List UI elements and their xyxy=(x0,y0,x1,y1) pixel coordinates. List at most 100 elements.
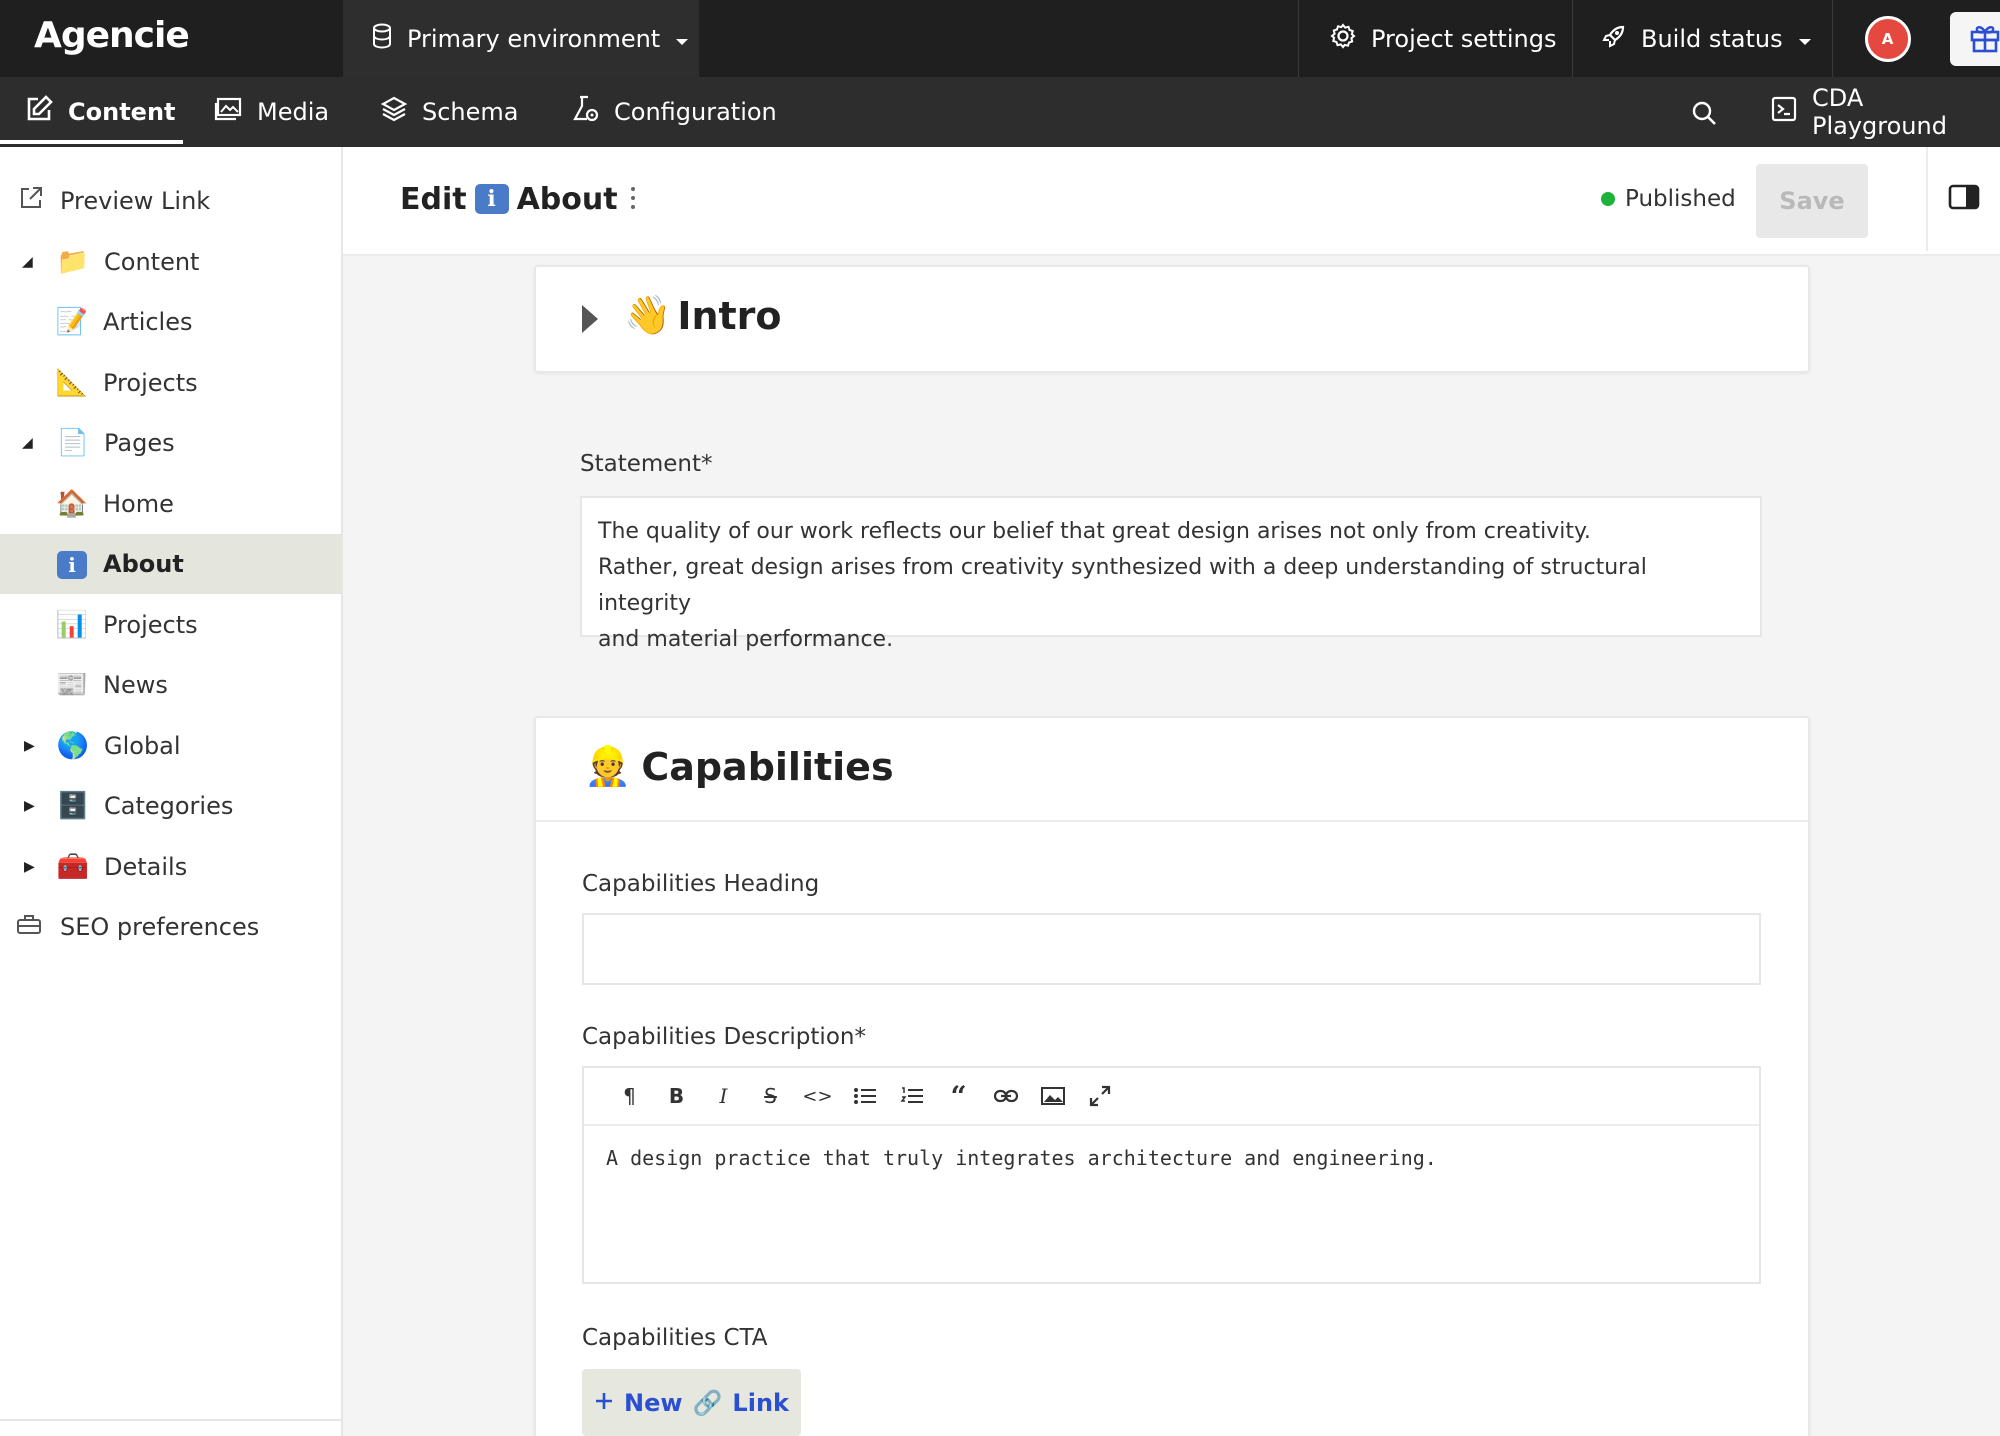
tab-label: Configuration xyxy=(614,98,777,126)
editor-toolbar: ¶ B I S <> “ xyxy=(584,1068,1759,1126)
database-icon xyxy=(371,23,393,55)
sidebar-panel-toggle[interactable] xyxy=(1926,147,2000,251)
save-button[interactable]: Save xyxy=(1756,164,1868,238)
globe-icon: 🌎 xyxy=(56,731,90,761)
intro-section[interactable]: 👋 Intro xyxy=(534,265,1810,373)
statement-line: The quality of our work reflects our bel… xyxy=(598,519,1591,544)
strikethrough-icon[interactable]: S xyxy=(747,1076,794,1116)
flask-gear-icon xyxy=(570,94,600,130)
information-icon: i xyxy=(474,184,509,214)
caret-down-icon[interactable]: ◢ xyxy=(22,254,33,270)
sidebar-item-home[interactable]: 🏠 Home xyxy=(0,474,341,534)
whats-new-button[interactable] xyxy=(1950,12,2000,66)
capabilities-description-label: Capabilities Description* xyxy=(582,1024,866,1050)
caret-right-icon[interactable]: ▶ xyxy=(24,859,35,875)
tab-content[interactable]: Content xyxy=(0,77,183,147)
file-cabinet-icon: 🗄️ xyxy=(56,791,90,821)
search-button[interactable] xyxy=(1690,99,1718,131)
triangle-ruler-icon: 📐 xyxy=(55,368,89,398)
link-emoji-icon: 🔗 xyxy=(692,1388,723,1417)
statement-textarea[interactable]: The quality of our work reflects our bel… xyxy=(580,496,1762,652)
gift-icon xyxy=(1968,20,2000,58)
sidebar-item-global[interactable]: ▶ 🌎 Global xyxy=(0,716,341,776)
main-navigation: Content Media Schema Configuration CDA P… xyxy=(0,77,2000,147)
environment-label: Primary environment xyxy=(407,24,661,53)
caret-right-icon[interactable]: ▶ xyxy=(24,798,35,814)
sidebar-item-label: About xyxy=(103,550,184,578)
sidebar-item-about[interactable]: i About xyxy=(0,534,341,594)
caret-down-icon[interactable]: ◢ xyxy=(22,435,33,451)
app-logo[interactable]: Agencie xyxy=(34,0,190,77)
top-bar: Agencie Primary environment Project sett… xyxy=(0,0,2000,77)
chevron-down-icon xyxy=(1797,25,1813,53)
sidebar-item-label: Global xyxy=(104,732,181,760)
sidebar-item-categories[interactable]: ▶ 🗄️ Categories xyxy=(0,776,341,836)
bold-icon[interactable]: B xyxy=(653,1076,700,1116)
rocket-icon xyxy=(1601,23,1627,55)
project-settings-button[interactable]: Project settings xyxy=(1298,0,1572,77)
construction-worker-icon: 👷 xyxy=(584,744,632,788)
tab-media[interactable]: Media xyxy=(213,77,329,147)
italic-icon[interactable]: I xyxy=(700,1076,747,1116)
section-title: 👷 Capabilities xyxy=(584,744,894,789)
memo-icon: 📝 xyxy=(55,307,89,337)
bullet-list-icon[interactable] xyxy=(841,1076,888,1116)
capabilities-heading-input[interactable] xyxy=(582,913,1761,985)
sidebar-item-pages[interactable]: ◢ 📄 Pages xyxy=(0,413,341,473)
edit-icon xyxy=(24,94,54,130)
newspaper-icon: 📰 xyxy=(55,670,89,700)
new-link-prefix: New xyxy=(623,1388,683,1417)
link-icon[interactable] xyxy=(982,1076,1029,1116)
sidebar-item-news[interactable]: 📰 News xyxy=(0,655,341,715)
sidebar-item-content[interactable]: ◢ 📁 Content xyxy=(0,232,341,292)
sidebar-item-label: Projects xyxy=(103,611,198,639)
toolbox-emoji-icon: 🧰 xyxy=(56,852,90,882)
tab-schema[interactable]: Schema xyxy=(380,77,519,147)
bar-chart-icon: 📊 xyxy=(55,610,89,640)
environment-selector[interactable]: Primary environment xyxy=(343,0,699,77)
capabilities-heading-label: Capabilities Heading xyxy=(582,871,820,897)
paragraph-icon[interactable]: ¶ xyxy=(606,1076,653,1116)
user-menu[interactable]: A xyxy=(1832,0,1942,77)
section-header: 👷 Capabilities xyxy=(536,718,1808,822)
numbered-list-icon[interactable] xyxy=(888,1076,935,1116)
sidebar-item-articles[interactable]: 📝 Articles xyxy=(0,292,341,352)
panel-right-icon xyxy=(1948,183,1980,215)
build-status-label: Build status xyxy=(1641,24,1783,53)
information-icon: i xyxy=(55,549,89,579)
sidebar-item-label: Content xyxy=(104,248,200,276)
sidebar-item-seo-preferences[interactable]: SEO preferences xyxy=(0,897,341,957)
build-status-button[interactable]: Build status xyxy=(1572,0,1832,77)
caret-right-icon[interactable]: ▶ xyxy=(24,738,35,754)
quote-icon[interactable]: “ xyxy=(935,1076,982,1116)
status-dot xyxy=(1601,192,1615,206)
cda-playground-button[interactable]: CDA Playground xyxy=(1770,77,2000,147)
avatar: A xyxy=(1864,15,1911,62)
sidebar-item-preview-link[interactable]: Preview Link xyxy=(0,171,341,231)
sidebar-item-label: Preview Link xyxy=(60,187,211,215)
sidebar-item-projects-collection[interactable]: 📐 Projects xyxy=(0,353,341,413)
code-icon[interactable]: <> xyxy=(794,1076,841,1116)
fullscreen-icon[interactable] xyxy=(1076,1076,1123,1116)
sidebar-item-label: Projects xyxy=(103,369,198,397)
expand-caret-icon[interactable] xyxy=(582,305,598,333)
more-options-icon[interactable] xyxy=(623,183,643,213)
sidebar-item-label: Categories xyxy=(104,792,234,820)
sidebar-item-details[interactable]: ▶ 🧰 Details xyxy=(0,837,341,897)
folder-icon: 📁 xyxy=(56,247,90,277)
cda-playground-label: CDA Playground xyxy=(1812,84,1947,140)
statement-line: Rather, great design arises from creativ… xyxy=(598,555,1647,616)
tab-label: Content xyxy=(68,98,176,126)
editor-content[interactable]: A design practice that truly integrates … xyxy=(606,1146,1437,1170)
sidebar-item-projects-page[interactable]: 📊 Projects xyxy=(0,595,341,655)
house-icon: 🏠 xyxy=(55,489,89,519)
new-link-button[interactable]: New 🔗 Link xyxy=(582,1369,801,1436)
image-insert-icon[interactable] xyxy=(1029,1076,1076,1116)
sidebar-item-label: SEO preferences xyxy=(60,913,260,941)
tab-label: Media xyxy=(257,98,330,126)
sidebar-item-label: Details xyxy=(104,853,188,881)
record-title: About xyxy=(516,181,618,217)
tab-configuration[interactable]: Configuration xyxy=(570,77,777,147)
page-title: Edit i About xyxy=(400,147,618,251)
new-link-suffix: Link xyxy=(732,1388,789,1417)
